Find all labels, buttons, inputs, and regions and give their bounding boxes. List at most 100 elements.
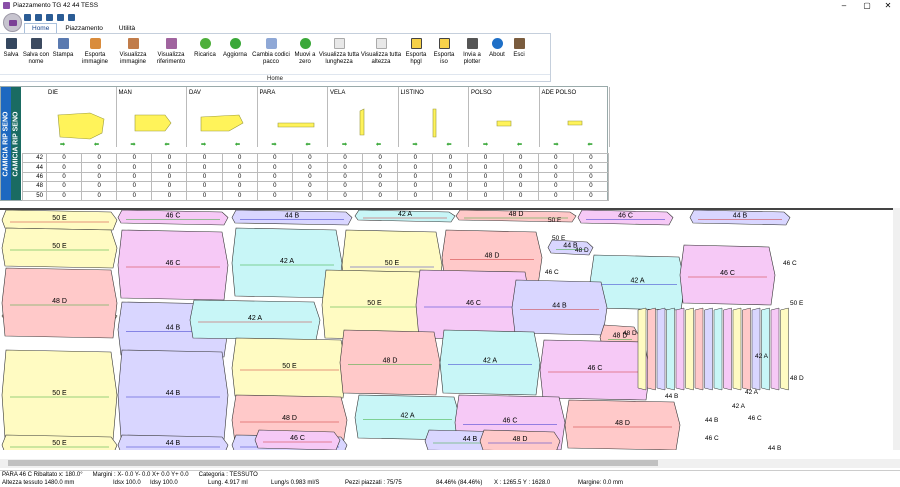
quantity-cell[interactable]: 0 [45, 190, 83, 201]
stampa-button[interactable]: Stampa [50, 34, 76, 74]
quantity-cell[interactable]: 0 [397, 171, 434, 183]
marker-piece[interactable]: 46 C [117, 229, 229, 301]
quantity-cell[interactable]: 0 [467, 162, 504, 173]
esporta-iso-button[interactable]: Esporta iso [430, 34, 458, 74]
marker-strip-piece[interactable] [742, 307, 751, 391]
quantity-cell[interactable]: 0 [502, 152, 539, 164]
marker-strip-piece[interactable] [713, 307, 723, 391]
marker-piece[interactable]: 44 B [117, 434, 229, 450]
marker-strip-piece[interactable] [770, 307, 780, 391]
quantity-cell[interactable]: 0 [537, 152, 574, 164]
quantity-cell[interactable]: 0 [432, 171, 469, 183]
quantity-cell[interactable]: 0 [256, 152, 293, 164]
quantity-cell[interactable]: 0 [256, 162, 293, 173]
qat-new-icon[interactable] [24, 13, 31, 21]
quantity-cell[interactable]: 0 [116, 171, 153, 183]
marker-piece[interactable]: 50 E [1, 349, 118, 441]
quantity-cell[interactable]: 0 [572, 181, 610, 192]
marker-strip-piece[interactable] [647, 307, 656, 391]
piece-cell-listino[interactable]: LISTINO ➡ ⬅ [399, 87, 469, 148]
quantity-cell[interactable]: 0 [326, 181, 364, 192]
arrow-right-icon[interactable]: ➡ [413, 141, 418, 148]
arrow-left-icon[interactable]: ⬅ [447, 141, 452, 148]
marker-strip-piece[interactable] [694, 307, 704, 391]
marker-piece[interactable]: 50 E [1, 210, 118, 231]
quantity-cell[interactable]: 0 [397, 162, 434, 173]
esporta-hpgl-button[interactable]: Esporta hpgl [402, 34, 430, 74]
visualizza-tutta-altezza-button[interactable]: Visualizza tutta altezza [360, 34, 402, 74]
arrow-right-icon[interactable]: ➡ [272, 141, 277, 148]
quantity-cell[interactable]: 0 [397, 190, 434, 201]
quantity-cell[interactable]: 0 [81, 171, 118, 183]
quantity-cell[interactable]: 0 [186, 171, 223, 183]
marker-piece[interactable]: 46 C [577, 210, 674, 226]
quantity-cell[interactable]: 0 [186, 190, 223, 201]
quantity-cell[interactable]: 0 [221, 162, 258, 173]
quantity-cell[interactable]: 0 [397, 152, 434, 164]
quantity-cell[interactable]: 0 [291, 171, 328, 183]
marker-strip-piece[interactable] [656, 307, 666, 391]
tab-utilita[interactable]: Utilità [111, 23, 143, 33]
quantity-cell[interactable]: 0 [467, 190, 504, 201]
quantity-cell[interactable]: 0 [291, 190, 328, 201]
quantity-cell[interactable]: 0 [221, 152, 258, 164]
quantity-cell[interactable]: 0 [572, 152, 610, 164]
marker-strip-piece[interactable] [780, 307, 789, 391]
marker-piece[interactable]: 48 D [564, 399, 681, 450]
quantity-cell[interactable]: 0 [256, 171, 293, 183]
arrow-left-icon[interactable]: ⬅ [517, 141, 522, 148]
marker-piece[interactable]: 44 B [689, 210, 791, 226]
arrow-left-icon[interactable]: ⬅ [376, 141, 381, 148]
quantity-cell[interactable]: 0 [537, 171, 574, 183]
quantity-cell[interactable]: 0 [502, 171, 539, 183]
marker-piece[interactable]: 48 D [479, 429, 561, 450]
marker-piece[interactable]: 50 E [231, 337, 348, 399]
arrow-left-icon[interactable]: ⬅ [306, 141, 311, 148]
marker-strip-piece[interactable] [685, 307, 694, 391]
quantity-cell[interactable]: 0 [256, 190, 293, 201]
quantity-cell[interactable]: 0 [45, 181, 83, 192]
qat-menu-icon[interactable] [68, 13, 75, 21]
arrow-right-icon[interactable]: ➡ [201, 141, 206, 148]
piece-cell-para[interactable]: PARA ➡ ⬅ [258, 87, 328, 148]
marker-canvas[interactable]: 50 E 46 C 44 B 42 A 48 D 46 C 44 B 50 E 50 E 46 C… [0, 208, 895, 450]
esporta-immagine-button[interactable]: Esporta immagine [76, 34, 114, 74]
marker-strip-piece[interactable] [751, 307, 761, 391]
quantity-cell[interactable]: 0 [467, 171, 504, 183]
marker-piece[interactable]: 42 A [354, 210, 456, 223]
piece-cell-man[interactable]: MAN ➡ ⬅ [117, 87, 187, 148]
marker-piece[interactable]: 48 D [339, 329, 441, 396]
quantity-cell[interactable]: 0 [362, 171, 399, 183]
quantity-cell[interactable]: 0 [151, 171, 188, 183]
piece-cell-ade-polso[interactable]: ADE POLSO ➡ ⬅ [540, 87, 610, 148]
quantity-cell[interactable]: 0 [432, 162, 469, 173]
quantity-cell[interactable]: 0 [81, 162, 118, 173]
quantity-cell[interactable]: 0 [151, 181, 188, 192]
salva-button[interactable]: Salva [0, 34, 22, 74]
tab-piazzamento[interactable]: Piazzamento [57, 23, 111, 33]
quantity-cell[interactable]: 0 [572, 162, 610, 173]
scroll-thumb[interactable] [8, 460, 658, 466]
qat-export-icon[interactable] [57, 13, 64, 21]
marker-strip-piece[interactable] [704, 307, 713, 391]
marker-piece[interactable]: 48 D [1, 267, 118, 339]
quantity-cell[interactable]: 0 [502, 162, 539, 173]
marker-piece[interactable]: 46 C [679, 244, 776, 306]
quantity-cell[interactable]: 0 [572, 171, 610, 183]
quantity-cell[interactable]: 0 [432, 152, 469, 164]
cambia-codici-pacco-button[interactable]: Cambia codici pacco [250, 34, 292, 74]
piece-cell-vela[interactable]: VELA ➡ ⬅ [328, 87, 399, 148]
quantity-cell[interactable]: 0 [537, 162, 574, 173]
quantity-cell[interactable]: 0 [326, 152, 364, 164]
muovi-a-zero-button[interactable]: Muovi a zero [292, 34, 318, 74]
marker-piece[interactable]: 42 A [439, 329, 541, 396]
quantity-cell[interactable]: 0 [116, 162, 153, 173]
salva-con-nome-button[interactable]: Salva con nome [22, 34, 50, 74]
quantity-cell[interactable]: 0 [326, 171, 364, 183]
quantity-cell[interactable]: 0 [221, 181, 258, 192]
esci-button[interactable]: Esci [508, 34, 530, 74]
quantity-cell[interactable]: 0 [81, 181, 118, 192]
arrow-right-icon[interactable]: ➡ [342, 141, 347, 148]
qat-print-icon[interactable] [46, 13, 53, 21]
vertical-scrollbar[interactable] [893, 208, 900, 450]
